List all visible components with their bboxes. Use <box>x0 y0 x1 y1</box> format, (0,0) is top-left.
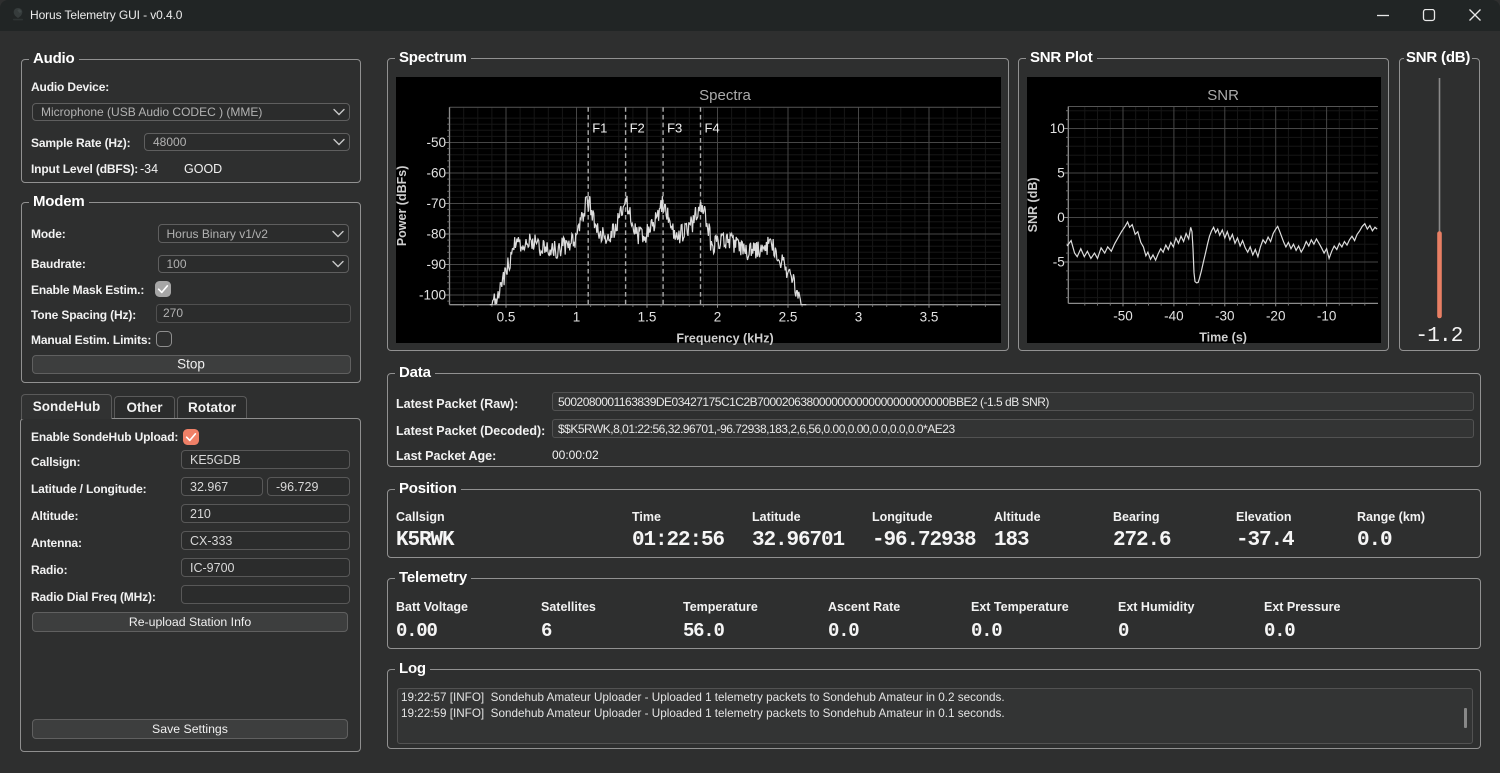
svg-text:-60: -60 <box>426 166 446 181</box>
svg-text:-10: -10 <box>1317 308 1337 323</box>
svg-text:-50: -50 <box>1113 308 1133 323</box>
svg-text:SNR: SNR <box>1207 87 1239 104</box>
svg-text:SNR (dB): SNR (dB) <box>1027 177 1040 232</box>
svg-text:F1: F1 <box>592 121 607 136</box>
svg-text:-30: -30 <box>1215 308 1235 323</box>
svg-text:10: 10 <box>1050 121 1065 136</box>
svg-text:Time (s): Time (s) <box>1199 330 1247 344</box>
svg-text:-50: -50 <box>426 135 446 150</box>
svg-text:2: 2 <box>714 310 722 325</box>
svg-text:1.5: 1.5 <box>638 310 657 325</box>
svg-text:Spectra: Spectra <box>699 87 751 104</box>
svg-text:0: 0 <box>1057 210 1065 225</box>
svg-text:Frequency (kHz): Frequency (kHz) <box>676 332 773 345</box>
svg-text:3.5: 3.5 <box>920 310 939 325</box>
svg-text:3: 3 <box>855 310 863 325</box>
svg-text:5: 5 <box>1057 166 1065 181</box>
svg-text:-90: -90 <box>426 257 446 272</box>
svg-text:1: 1 <box>573 310 581 325</box>
svg-text:-80: -80 <box>426 227 446 242</box>
svg-text:-5: -5 <box>1053 255 1065 270</box>
svg-text:-20: -20 <box>1266 308 1286 323</box>
svg-text:0.5: 0.5 <box>497 310 516 325</box>
svg-text:-70: -70 <box>426 196 446 211</box>
svg-text:Power (dBFs): Power (dBFs) <box>396 166 409 247</box>
svg-text:F2: F2 <box>630 121 645 136</box>
svg-text:-100: -100 <box>419 288 446 303</box>
svg-text:2.5: 2.5 <box>779 310 798 325</box>
svg-text:F3: F3 <box>667 121 682 136</box>
svg-text:-40: -40 <box>1164 308 1184 323</box>
svg-text:F4: F4 <box>705 121 720 136</box>
